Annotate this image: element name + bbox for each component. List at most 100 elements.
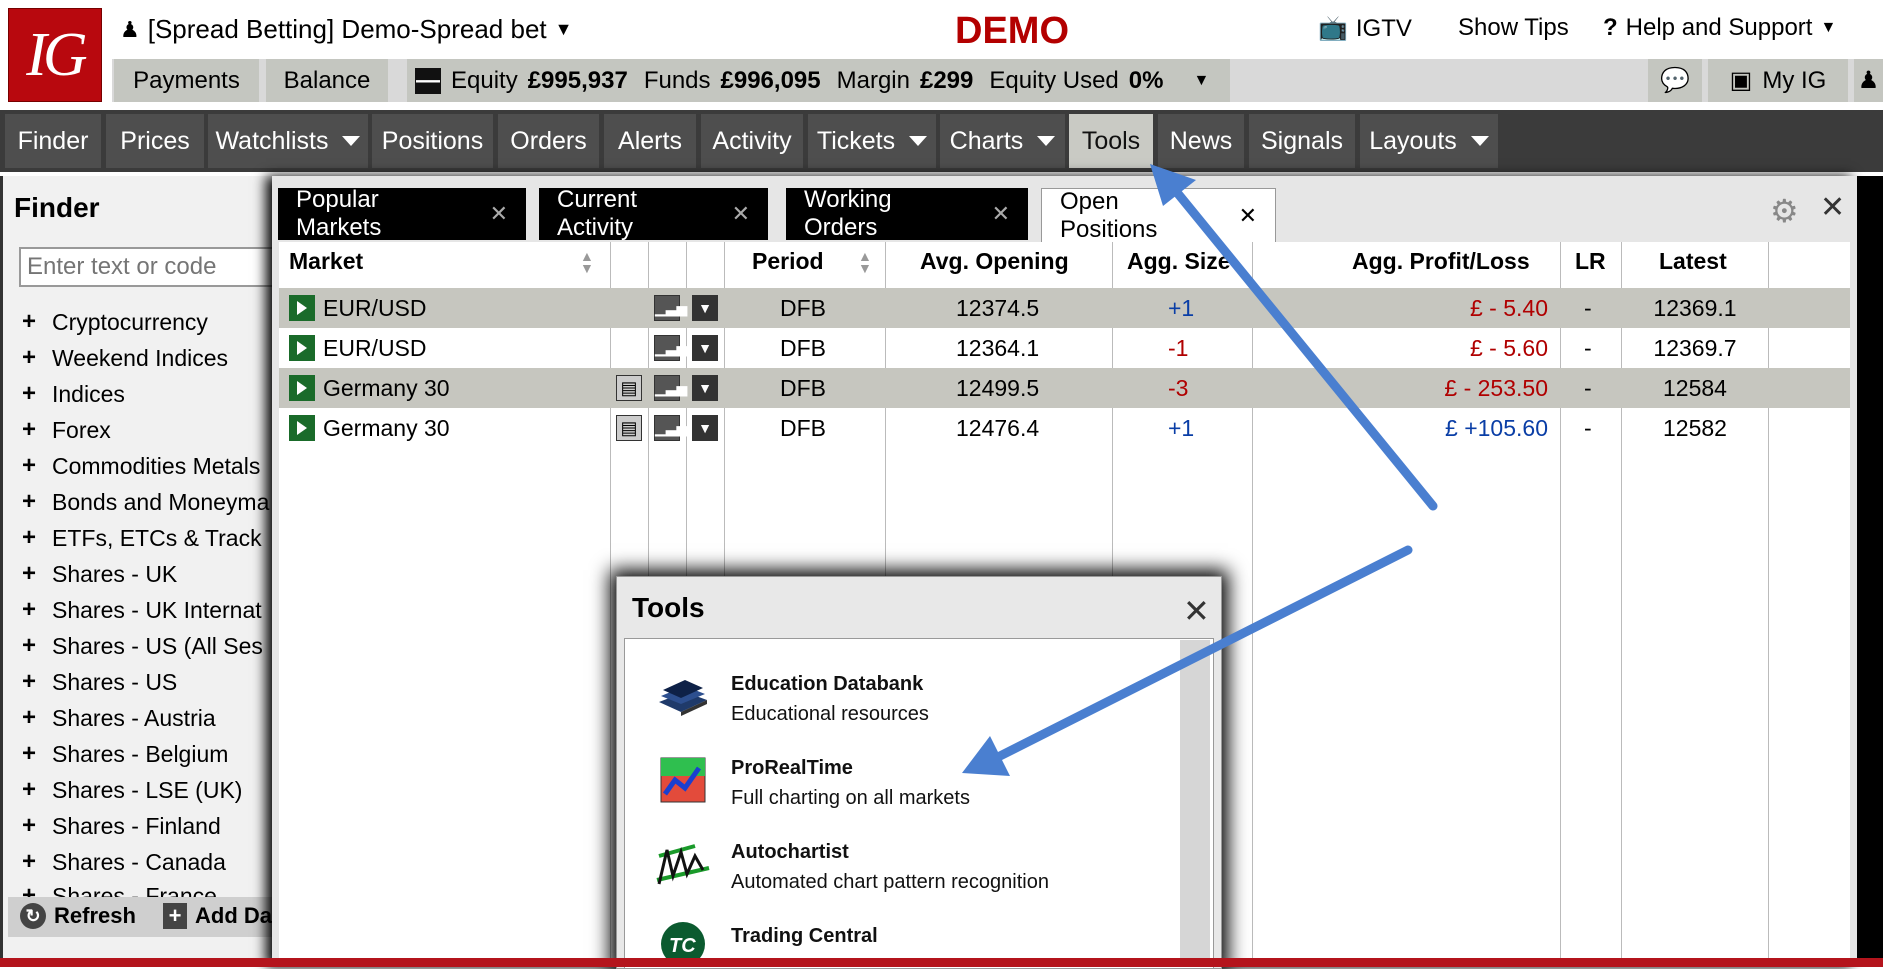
expand-icon[interactable]: +: [22, 848, 42, 876]
close-icon[interactable]: ✕: [1183, 592, 1210, 630]
nav-tools[interactable]: Tools: [1069, 114, 1153, 168]
tool-name[interactable]: Autochartist: [731, 841, 849, 864]
finder-category[interactable]: + Forex: [22, 416, 270, 444]
expand-icon[interactable]: +: [22, 344, 42, 372]
sort-icon[interactable]: ▲ ▼: [858, 249, 872, 275]
nav-prices[interactable]: Prices: [106, 114, 204, 168]
close-icon[interactable]: ✕: [992, 201, 1010, 227]
dropdown-icon[interactable]: ▼: [692, 335, 718, 361]
tool-name[interactable]: ProRealTime: [731, 757, 853, 780]
account-selector[interactable]: ♟ [Spread Betting] Demo-Spread bet ▼: [120, 14, 572, 45]
finder-category[interactable]: + Shares - Austria: [22, 704, 270, 732]
chart-icon[interactable]: ▁▃▅: [654, 335, 687, 361]
finder-category[interactable]: + Shares - Belgium: [22, 740, 270, 768]
nav-orders[interactable]: Orders: [498, 114, 599, 168]
news-icon[interactable]: ▤: [616, 375, 642, 401]
nav-news[interactable]: News: [1158, 114, 1244, 168]
nav-tickets[interactable]: Tickets: [808, 114, 936, 168]
chart-icon[interactable]: ▁▃▅: [654, 375, 687, 401]
finder-category[interactable]: + ETFs, ETCs & Track: [22, 524, 270, 552]
tab-popular-markets[interactable]: Popular Markets ✕: [278, 186, 526, 241]
play-icon[interactable]: [289, 295, 315, 321]
close-icon[interactable]: ✕: [490, 201, 508, 227]
nav-activity[interactable]: Activity: [701, 114, 803, 168]
tool-name[interactable]: Trading Central: [731, 925, 878, 948]
dropdown-icon[interactable]: ▼: [692, 415, 718, 441]
finder-category[interactable]: + Cryptocurrency: [22, 308, 270, 336]
table-row[interactable]: [279, 328, 1850, 368]
user-icon[interactable]: ♟: [1854, 59, 1883, 102]
close-icon[interactable]: ✕: [732, 201, 750, 227]
nav-positions[interactable]: Positions: [372, 114, 493, 168]
help-support-link[interactable]: ? Help and Support ▼: [1603, 14, 1836, 42]
collapse-icon[interactable]: —: [415, 67, 441, 94]
tool-item-trading-central[interactable]: TC: [655, 920, 711, 960]
chart-icon[interactable]: ▁▃▅: [654, 295, 687, 321]
header-period[interactable]: Period: [752, 248, 824, 275]
tool-item-education[interactable]: [655, 672, 711, 725]
ig-logo[interactable]: IG: [8, 8, 102, 102]
sort-icon[interactable]: ▲ ▼: [580, 249, 594, 275]
table-row[interactable]: [279, 368, 1850, 408]
table-row[interactable]: [279, 288, 1850, 328]
header-lr[interactable]: LR: [1575, 248, 1606, 275]
expand-icon[interactable]: +: [22, 740, 42, 768]
show-tips-link[interactable]: Show Tips: [1458, 14, 1569, 42]
expand-icon[interactable]: +: [22, 704, 42, 732]
payments-button[interactable]: Payments: [114, 59, 259, 102]
expand-icon[interactable]: +: [22, 524, 42, 552]
tool-name[interactable]: Education Databank: [731, 673, 923, 696]
header-latest[interactable]: Latest: [1659, 248, 1727, 275]
tab-working-orders[interactable]: Working Orders ✕: [786, 186, 1028, 241]
finder-search-input[interactable]: [19, 247, 284, 287]
finder-category[interactable]: + Shares - Canada: [22, 848, 270, 876]
equity-strip[interactable]: — Equity £995,937 Funds £996,095 Margin £29…: [407, 59, 1230, 102]
play-icon[interactable]: [289, 375, 315, 401]
add-button[interactable]: + Add Da: [163, 903, 272, 929]
expand-icon[interactable]: +: [22, 308, 42, 336]
news-icon[interactable]: ▤: [616, 415, 642, 441]
nav-finder[interactable]: Finder: [5, 114, 101, 168]
expand-icon[interactable]: +: [22, 560, 42, 588]
finder-category[interactable]: + Weekend Indices: [22, 344, 270, 372]
tool-item-prorealtime[interactable]: [655, 756, 711, 809]
dropdown-icon[interactable]: ▼: [692, 295, 718, 321]
nav-layouts[interactable]: Layouts: [1360, 114, 1498, 168]
expand-icon[interactable]: +: [22, 812, 42, 840]
play-icon[interactable]: [289, 335, 315, 361]
header-market[interactable]: Market: [289, 248, 363, 275]
gear-icon[interactable]: ⚙: [1770, 192, 1799, 230]
expand-icon[interactable]: +: [22, 668, 42, 696]
chart-icon[interactable]: ▁▃▅: [654, 415, 687, 441]
refresh-button[interactable]: ↻ Refresh: [20, 903, 136, 929]
caret-down-icon[interactable]: ▼: [1193, 72, 1209, 90]
finder-category[interactable]: + Indices: [22, 380, 270, 408]
header-agg-pl[interactable]: Agg. Profit/Loss: [1352, 248, 1530, 275]
expand-icon[interactable]: +: [22, 416, 42, 444]
dropdown-icon[interactable]: ▼: [692, 375, 718, 401]
play-icon[interactable]: [289, 415, 315, 441]
balance-button[interactable]: Balance: [266, 59, 388, 102]
expand-icon[interactable]: +: [22, 380, 42, 408]
nav-alerts[interactable]: Alerts: [604, 114, 696, 168]
expand-icon[interactable]: +: [22, 632, 42, 660]
expand-icon[interactable]: +: [22, 776, 42, 804]
tab-open-positions[interactable]: Open Positions ✕: [1041, 188, 1276, 243]
close-icon[interactable]: ✕: [1239, 203, 1257, 229]
nav-watchlists[interactable]: Watchlists: [208, 114, 368, 168]
expand-icon[interactable]: +: [22, 596, 42, 624]
finder-category[interactable]: + Shares - US (All Ses: [22, 632, 270, 660]
tool-item-autochartist[interactable]: [655, 840, 711, 893]
tab-current-activity[interactable]: Current Activity ✕: [539, 186, 768, 241]
scrollbar[interactable]: [1180, 640, 1210, 967]
finder-category[interactable]: + Shares - LSE (UK): [22, 776, 270, 804]
expand-icon[interactable]: +: [22, 452, 42, 480]
finder-category[interactable]: + Shares - US: [22, 668, 270, 696]
table-row[interactable]: [279, 408, 1850, 448]
finder-category[interactable]: + Commodities Metals: [22, 452, 270, 480]
close-panel-icon[interactable]: ✕: [1820, 190, 1845, 225]
header-agg-size[interactable]: Agg. Size: [1127, 248, 1231, 275]
finder-category[interactable]: + Shares - Finland: [22, 812, 270, 840]
nav-signals[interactable]: Signals: [1249, 114, 1355, 168]
finder-category[interactable]: + Shares - UK Internat: [22, 596, 270, 624]
